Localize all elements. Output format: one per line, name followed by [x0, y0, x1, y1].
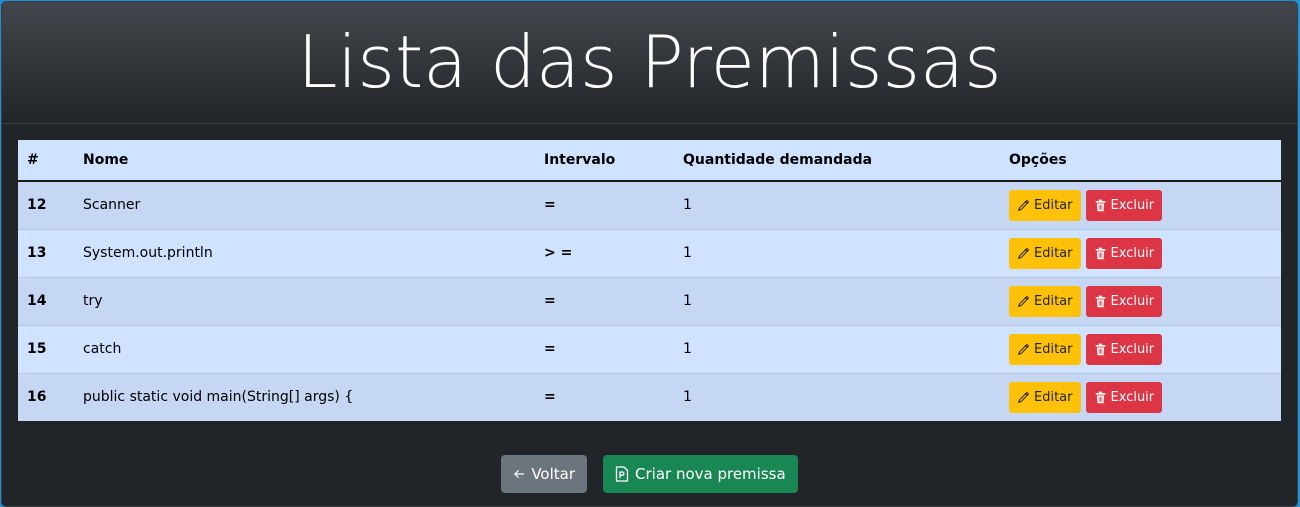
cell-nome: catch [74, 324, 535, 373]
main-card: Lista das Premissas # Nome Intervalo Qua… [1, 1, 1298, 507]
edit-button[interactable]: Editar [1009, 285, 1081, 317]
back-button[interactable]: Voltar [501, 455, 588, 493]
table-row: 12 Scanner = 1 Editar Excluir [18, 180, 1281, 229]
page-title: Lista das Premissas [297, 19, 1002, 104]
back-label: Voltar [531, 465, 576, 483]
edit-button[interactable]: Editar [1009, 237, 1081, 269]
header-id: # [18, 140, 74, 182]
header-intervalo: Intervalo [535, 140, 674, 182]
cell-id: 16 [18, 372, 74, 421]
trash-icon [1094, 247, 1107, 260]
edit-label: Editar [1034, 197, 1073, 213]
trash-icon [1094, 391, 1107, 404]
page-header: Lista das Premissas [2, 2, 1297, 124]
table-row: 15 catch = 1 Editar Excluir [18, 324, 1281, 373]
trash-icon [1094, 343, 1107, 356]
cell-opcoes: Editar Excluir [1000, 324, 1281, 373]
cell-id: 14 [18, 276, 74, 325]
cell-intervalo: = [535, 372, 674, 421]
delete-label: Excluir [1110, 389, 1155, 405]
create-premissa-label: Criar nova premissa [635, 465, 786, 483]
table-row: 13 System.out.println > = 1 Editar Exclu… [18, 228, 1281, 277]
cell-id: 12 [18, 180, 74, 229]
footer-actions: Voltar Criar nova premissa [2, 455, 1297, 493]
cell-intervalo: = [535, 276, 674, 325]
cell-quantidade: 1 [674, 324, 1000, 373]
pencil-icon [1017, 343, 1030, 356]
arrow-left-icon [513, 468, 525, 480]
delete-label: Excluir [1110, 293, 1155, 309]
edit-label: Editar [1034, 389, 1073, 405]
delete-button[interactable]: Excluir [1085, 189, 1163, 221]
cell-quantidade: 1 [674, 228, 1000, 277]
pencil-icon [1017, 295, 1030, 308]
cell-opcoes: Editar Excluir [1000, 372, 1281, 421]
pencil-icon [1017, 199, 1030, 212]
cell-opcoes: Editar Excluir [1000, 180, 1281, 229]
premissas-table: # Nome Intervalo Quantidade demandada Op… [18, 140, 1281, 421]
trash-icon [1094, 295, 1107, 308]
cell-quantidade: 1 [674, 276, 1000, 325]
trash-icon [1094, 199, 1107, 212]
cell-quantidade: 1 [674, 372, 1000, 421]
cell-id: 13 [18, 228, 74, 277]
cell-nome: public static void main(String[] args) { [74, 372, 535, 421]
cell-id: 15 [18, 324, 74, 373]
delete-label: Excluir [1110, 245, 1155, 261]
cell-nome: try [74, 276, 535, 325]
cell-opcoes: Editar Excluir [1000, 276, 1281, 325]
cell-intervalo: = [535, 324, 674, 373]
pencil-icon [1017, 391, 1030, 404]
edit-label: Editar [1034, 245, 1073, 261]
edit-label: Editar [1034, 293, 1073, 309]
cell-nome: Scanner [74, 180, 535, 229]
edit-button[interactable]: Editar [1009, 333, 1081, 365]
premissas-table-wrapper: # Nome Intervalo Quantidade demandada Op… [18, 140, 1281, 421]
cell-intervalo: = [535, 180, 674, 229]
cell-quantidade: 1 [674, 180, 1000, 229]
delete-button[interactable]: Excluir [1085, 285, 1163, 317]
delete-label: Excluir [1110, 341, 1155, 357]
table-header-row: # Nome Intervalo Quantidade demandada Op… [18, 140, 1281, 182]
header-nome: Nome [74, 140, 535, 182]
table-row: 16 public static void main(String[] args… [18, 372, 1281, 421]
table-row: 14 try = 1 Editar Excluir [18, 276, 1281, 325]
cell-nome: System.out.println [74, 228, 535, 277]
edit-label: Editar [1034, 341, 1073, 357]
edit-button[interactable]: Editar [1009, 189, 1081, 221]
header-opcoes: Opções [1000, 140, 1281, 182]
cell-opcoes: Editar Excluir [1000, 228, 1281, 277]
pencil-icon [1017, 247, 1030, 260]
edit-button[interactable]: Editar [1009, 381, 1081, 413]
create-premissa-button[interactable]: Criar nova premissa [603, 455, 798, 493]
table-body: 12 Scanner = 1 Editar Excluir 13 System.… [18, 180, 1281, 421]
delete-button[interactable]: Excluir [1085, 333, 1163, 365]
header-quantidade: Quantidade demandada [674, 140, 1000, 182]
delete-button[interactable]: Excluir [1085, 381, 1163, 413]
delete-label: Excluir [1110, 197, 1155, 213]
cell-intervalo: > = [535, 228, 674, 277]
delete-button[interactable]: Excluir [1085, 237, 1163, 269]
file-p-icon [615, 466, 629, 482]
